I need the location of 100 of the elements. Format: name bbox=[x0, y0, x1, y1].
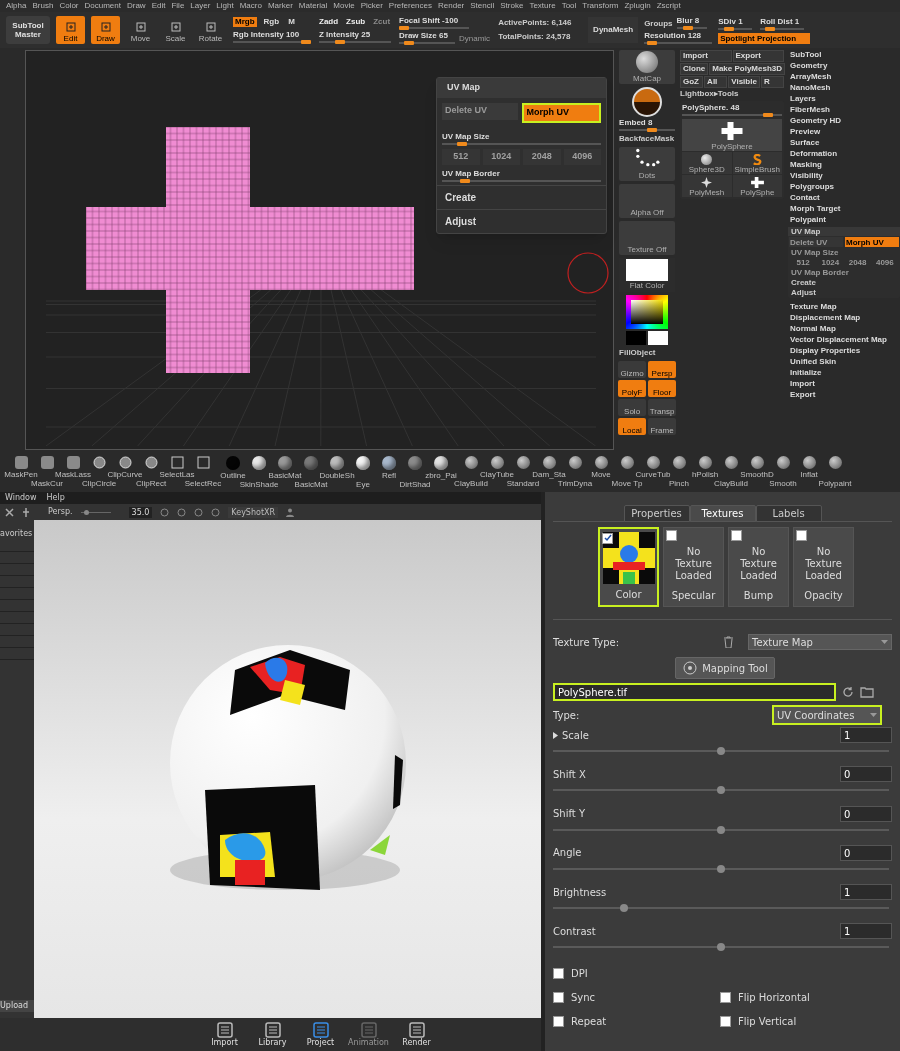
slider-thumb[interactable] bbox=[646, 128, 657, 132]
value-field[interactable]: 0 bbox=[840, 805, 892, 822]
menu-item[interactable]: Light bbox=[216, 2, 234, 10]
mode-button[interactable]: Draw bbox=[91, 16, 120, 44]
channel-toggle[interactable]: Rgb bbox=[261, 17, 282, 27]
mapping-tool-button[interactable]: Mapping Tool bbox=[675, 657, 775, 679]
palette-menu-item[interactable]: Polygroups bbox=[790, 182, 900, 191]
expand-icon[interactable] bbox=[5, 507, 14, 517]
palette-menu-item[interactable]: ArrayMesh bbox=[790, 72, 900, 81]
slider-thumb[interactable] bbox=[301, 40, 311, 44]
size-option[interactable]: 512 bbox=[790, 258, 817, 267]
palette-menu-item[interactable]: Import bbox=[790, 379, 900, 388]
size-option[interactable]: 4096 bbox=[871, 258, 898, 267]
view-button[interactable]: Local bbox=[618, 418, 647, 435]
menu-item[interactable]: Material bbox=[298, 2, 328, 10]
selection-outline-icon[interactable] bbox=[170, 456, 184, 469]
fov-slider-thumb[interactable] bbox=[83, 509, 89, 515]
slider-thumb[interactable] bbox=[765, 26, 776, 31]
size-option[interactable]: 2048 bbox=[844, 258, 871, 267]
mask-brush-icon[interactable] bbox=[66, 456, 80, 469]
size-option[interactable]: 1024 bbox=[482, 148, 520, 165]
create-button[interactable]: Create bbox=[788, 278, 900, 287]
lightbox-tools-link[interactable]: Lightbox▸Tools bbox=[680, 89, 784, 99]
selection-outline-icon[interactable] bbox=[196, 456, 210, 469]
empty-tile[interactable]: Texture Off bbox=[619, 221, 676, 255]
mode-button[interactable]: Scale bbox=[161, 16, 190, 44]
palette-menu-item[interactable]: Morph Target bbox=[790, 204, 900, 213]
empty-tile[interactable]: Alpha Off bbox=[619, 184, 676, 218]
texture-slot[interactable]: Color bbox=[598, 527, 659, 607]
mode-button[interactable]: Edit bbox=[56, 16, 85, 44]
tool-button[interactable]: Make PolyMesh3D bbox=[709, 63, 786, 75]
tool-button[interactable]: Visible bbox=[728, 76, 760, 88]
checkbox[interactable] bbox=[796, 530, 807, 541]
nav-tab[interactable]: Library bbox=[251, 1021, 294, 1048]
checkbox[interactable] bbox=[720, 991, 731, 1003]
channel-toggle[interactable]: M bbox=[286, 17, 297, 27]
slider-thumb[interactable] bbox=[403, 41, 414, 45]
menu-item[interactable]: Marker bbox=[267, 2, 293, 10]
tool-button[interactable]: Import bbox=[680, 50, 732, 62]
palette-menu-item[interactable]: Masking bbox=[790, 160, 900, 169]
view-button[interactable]: Floor bbox=[648, 380, 677, 397]
secondary-color-swatch[interactable] bbox=[648, 331, 669, 345]
checkbox[interactable] bbox=[731, 530, 742, 541]
menu-item[interactable]: File bbox=[171, 2, 185, 10]
mode-button[interactable]: Move bbox=[126, 16, 155, 44]
clip-brush-icon[interactable] bbox=[118, 456, 132, 469]
dynamic-label[interactable]: Dynamic bbox=[459, 34, 491, 44]
morph-uv-button[interactable]: Morph UV bbox=[845, 237, 899, 247]
tool-thumbnail[interactable]: PolySphere bbox=[682, 119, 782, 151]
spotlight-projection-button[interactable]: Spotlight Projection bbox=[718, 32, 811, 44]
value-field[interactable]: 1 bbox=[840, 923, 892, 940]
texture-slot[interactable]: No Texture Loaded Opacity bbox=[793, 527, 854, 607]
palette-menu-item[interactable]: Visibility bbox=[790, 171, 900, 180]
expand-triangle-icon[interactable] bbox=[553, 731, 558, 739]
material-preview-icon[interactable] bbox=[632, 87, 663, 117]
slider-thumb[interactable] bbox=[763, 113, 773, 117]
keyshotxr-button[interactable]: KeyShotXR bbox=[228, 506, 279, 518]
menu-item[interactable]: Document bbox=[84, 2, 121, 10]
palette-menu-item[interactable]: Display Properties bbox=[790, 346, 900, 355]
groups-toggle[interactable]: Groups bbox=[644, 19, 673, 29]
slider-track[interactable] bbox=[442, 179, 601, 182]
checkbox[interactable] bbox=[720, 1015, 731, 1027]
render-viewport[interactable] bbox=[34, 520, 541, 1018]
adjust-button[interactable]: Adjust bbox=[437, 208, 606, 233]
menu-item[interactable]: Texture bbox=[529, 2, 556, 10]
slider-track[interactable] bbox=[718, 27, 753, 30]
stroke-tile[interactable]: Dots bbox=[619, 147, 676, 181]
texture-slot[interactable]: No Texture Loaded Specular bbox=[663, 527, 724, 607]
slider-thumb[interactable] bbox=[619, 904, 628, 913]
tool-button[interactable]: R bbox=[760, 76, 784, 88]
texture-file-field[interactable]: PolySphere.tif bbox=[553, 683, 836, 701]
palette-menu-item[interactable]: Surface bbox=[790, 138, 900, 147]
favorites-label[interactable]: avorites bbox=[0, 528, 34, 540]
palette-menu-item[interactable]: Initialize bbox=[790, 368, 900, 377]
menu-item[interactable]: Edit bbox=[151, 2, 166, 10]
z-mode-toggle[interactable]: Zadd bbox=[319, 17, 339, 27]
palette-menu-item[interactable]: Texture Map bbox=[790, 302, 900, 311]
menu-item[interactable]: Picker bbox=[360, 2, 383, 10]
palette-menu-item[interactable]: Unified Skin bbox=[790, 357, 900, 366]
menu-item[interactable]: Zplugin bbox=[624, 2, 651, 10]
slider-thumb[interactable] bbox=[459, 178, 470, 183]
slider-thumb[interactable] bbox=[717, 825, 725, 834]
primary-color-swatch[interactable] bbox=[626, 331, 647, 345]
size-option[interactable]: 512 bbox=[442, 148, 480, 165]
view-button[interactable]: PolyF bbox=[618, 380, 647, 397]
palette-menu-item[interactable]: Vector Displacement Map bbox=[790, 335, 900, 344]
type-dropdown[interactable]: UV Coordinates bbox=[772, 705, 882, 725]
menu-item[interactable]: Zscript bbox=[656, 2, 681, 10]
view-button[interactable]: Frame bbox=[648, 418, 677, 435]
subtool-master-button[interactable]: SubTool Master bbox=[6, 16, 50, 44]
slider-thumb[interactable] bbox=[724, 26, 735, 31]
tool-thumbnail[interactable]: Sphere3D bbox=[682, 152, 732, 174]
pin-icon[interactable] bbox=[22, 507, 30, 517]
slider-thumb[interactable] bbox=[647, 41, 657, 45]
trash-icon[interactable] bbox=[723, 636, 734, 648]
panel-tab[interactable]: Properties bbox=[623, 505, 690, 522]
checkbox[interactable] bbox=[553, 967, 564, 979]
z-mode-toggle[interactable]: Zsub bbox=[346, 17, 366, 27]
shelf-label[interactable]: FillObject bbox=[619, 348, 676, 358]
palette-menu-item[interactable]: Export bbox=[790, 390, 900, 399]
